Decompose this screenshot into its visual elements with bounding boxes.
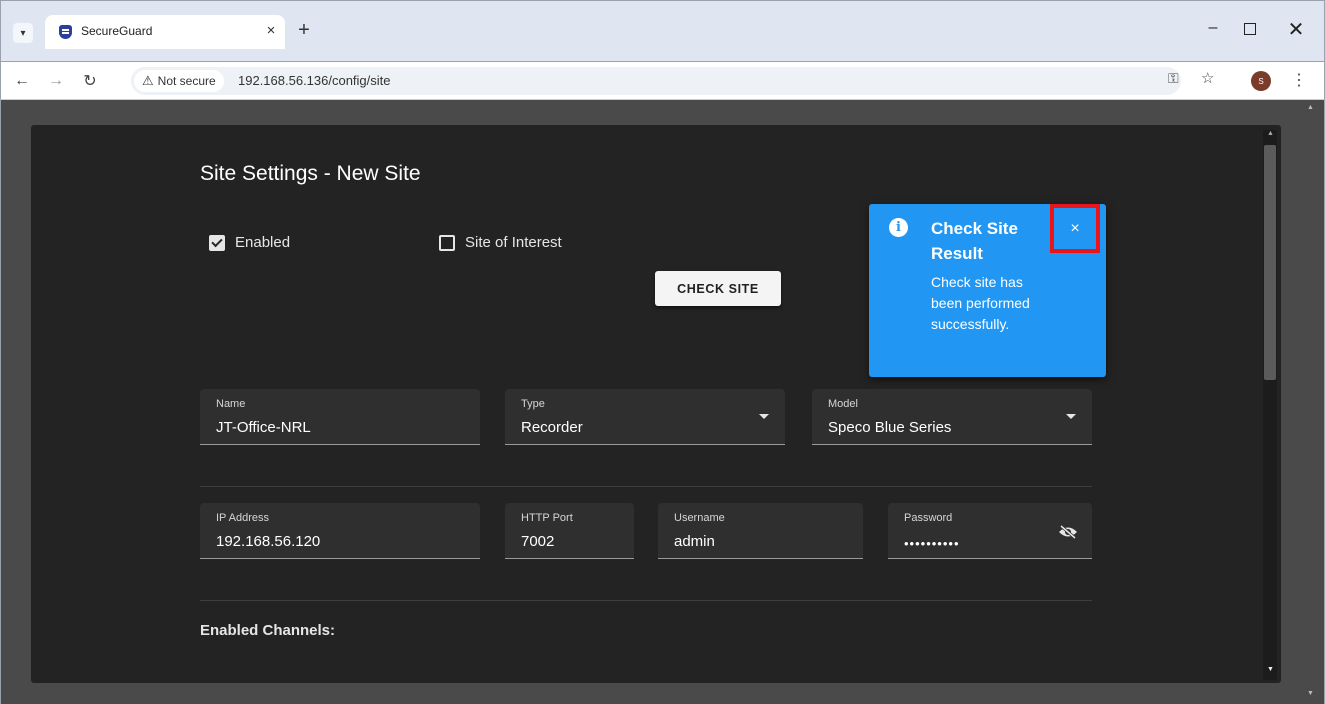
key-icon[interactable]: ⚿ [1168, 70, 1179, 87]
address-bar[interactable]: ⚠ Not secure 192.168.56.136/config/site [131, 67, 1181, 95]
page-title: Site Settings - New Site [200, 162, 421, 185]
avatar[interactable]: S [1251, 71, 1271, 91]
check-site-button[interactable]: CHECK SITE [655, 271, 781, 306]
eye-off-icon[interactable] [1058, 525, 1078, 539]
more-vert-icon[interactable]: ⋮ [1291, 70, 1307, 90]
security-chip[interactable]: ⚠ Not secure [134, 70, 224, 92]
enabled-channels-label: Enabled Channels: [200, 622, 336, 639]
shield-favicon-icon [59, 25, 72, 39]
toast-message: Check site has been performed successful… [931, 274, 1030, 332]
ip-address-label: IP Address [216, 512, 269, 524]
ip-address-field[interactable]: IP Address 192.168.56.120 [200, 503, 480, 559]
type-select-value[interactable]: Recorder [521, 419, 583, 436]
tab-search-icon[interactable]: ▾ [13, 23, 33, 43]
site-of-interest-label: Site of Interest [465, 234, 562, 251]
browser-tab-bar: ▾ SecureGuard × + – ✕ [0, 0, 1325, 62]
name-field[interactable]: Name JT-Office-NRL [200, 389, 480, 445]
forward-icon[interactable]: → [45, 70, 67, 92]
http-port-label: HTTP Port [521, 512, 573, 524]
enabled-checkbox-box[interactable] [209, 234, 225, 251]
enabled-label: Enabled [235, 234, 291, 251]
site-of-interest-checkbox-box[interactable] [439, 234, 455, 251]
password-field[interactable]: Password •••••••••• [888, 503, 1092, 559]
username-field[interactable]: Username admin [658, 503, 863, 559]
enabled-checkbox[interactable]: Enabled [209, 234, 290, 251]
browser-toolbar: ← → ↻ ⚠ Not secure 192.168.56.136/config… [0, 62, 1325, 100]
star-icon[interactable]: ☆ [1201, 69, 1214, 87]
model-select-value[interactable]: Speco Blue Series [828, 419, 951, 436]
chevron-down-icon[interactable] [759, 414, 769, 419]
maximize-button[interactable] [1244, 23, 1256, 35]
site-of-interest-checkbox[interactable]: Site of Interest [439, 234, 562, 251]
warning-icon: ⚠ [142, 73, 154, 88]
type-select[interactable]: Type Recorder [505, 389, 785, 445]
toast-close-button[interactable]: × [1050, 204, 1100, 253]
name-field-label: Name [216, 398, 246, 410]
tab-title: SecureGuard [81, 24, 153, 38]
card-scroll-up-icon[interactable]: ▲ [1267, 130, 1274, 137]
card-scroll-down-icon[interactable]: ▼ [1267, 666, 1274, 673]
username-label: Username [674, 512, 725, 524]
model-select-label: Model [828, 398, 858, 410]
url-text[interactable]: 192.168.56.136/config/site [238, 73, 391, 88]
http-port-field[interactable]: HTTP Port 7002 [505, 503, 634, 559]
check-site-toast: i Check Site Result Check site has been … [869, 204, 1106, 377]
chevron-down-icon[interactable] [1066, 414, 1076, 419]
tab-close-button[interactable]: × [262, 21, 280, 39]
model-select[interactable]: Model Speco Blue Series [812, 389, 1092, 445]
password-label: Password [904, 512, 953, 524]
window-close-button[interactable]: ✕ [1284, 17, 1308, 42]
toast-title: Check Site Result [931, 219, 1018, 263]
password-value[interactable]: •••••••••• [904, 536, 960, 551]
new-tab-button[interactable]: + [293, 19, 315, 41]
username-value[interactable]: admin [674, 533, 715, 550]
back-icon[interactable]: ← [11, 70, 33, 92]
page-scroll-up-icon[interactable]: ▲ [1307, 104, 1314, 111]
browser-tab[interactable]: SecureGuard × [45, 15, 285, 49]
info-icon: i [889, 218, 908, 237]
page-viewport: ▲ ▼ ▲ ▼ Site Settings - New Site Enabled… [0, 100, 1325, 704]
minimize-button[interactable]: – [1201, 19, 1225, 37]
reload-icon[interactable]: ↻ [79, 70, 101, 92]
card-scroll-thumb[interactable] [1264, 145, 1276, 380]
http-port-value[interactable]: 7002 [521, 533, 554, 550]
page-scroll-down-icon[interactable]: ▼ [1307, 690, 1314, 697]
ip-address-value[interactable]: 192.168.56.120 [216, 533, 320, 550]
type-select-label: Type [521, 398, 545, 410]
security-label: Not secure [157, 74, 216, 88]
divider [200, 600, 1092, 601]
divider [200, 486, 1092, 487]
name-field-value[interactable]: JT-Office-NRL [216, 419, 311, 436]
